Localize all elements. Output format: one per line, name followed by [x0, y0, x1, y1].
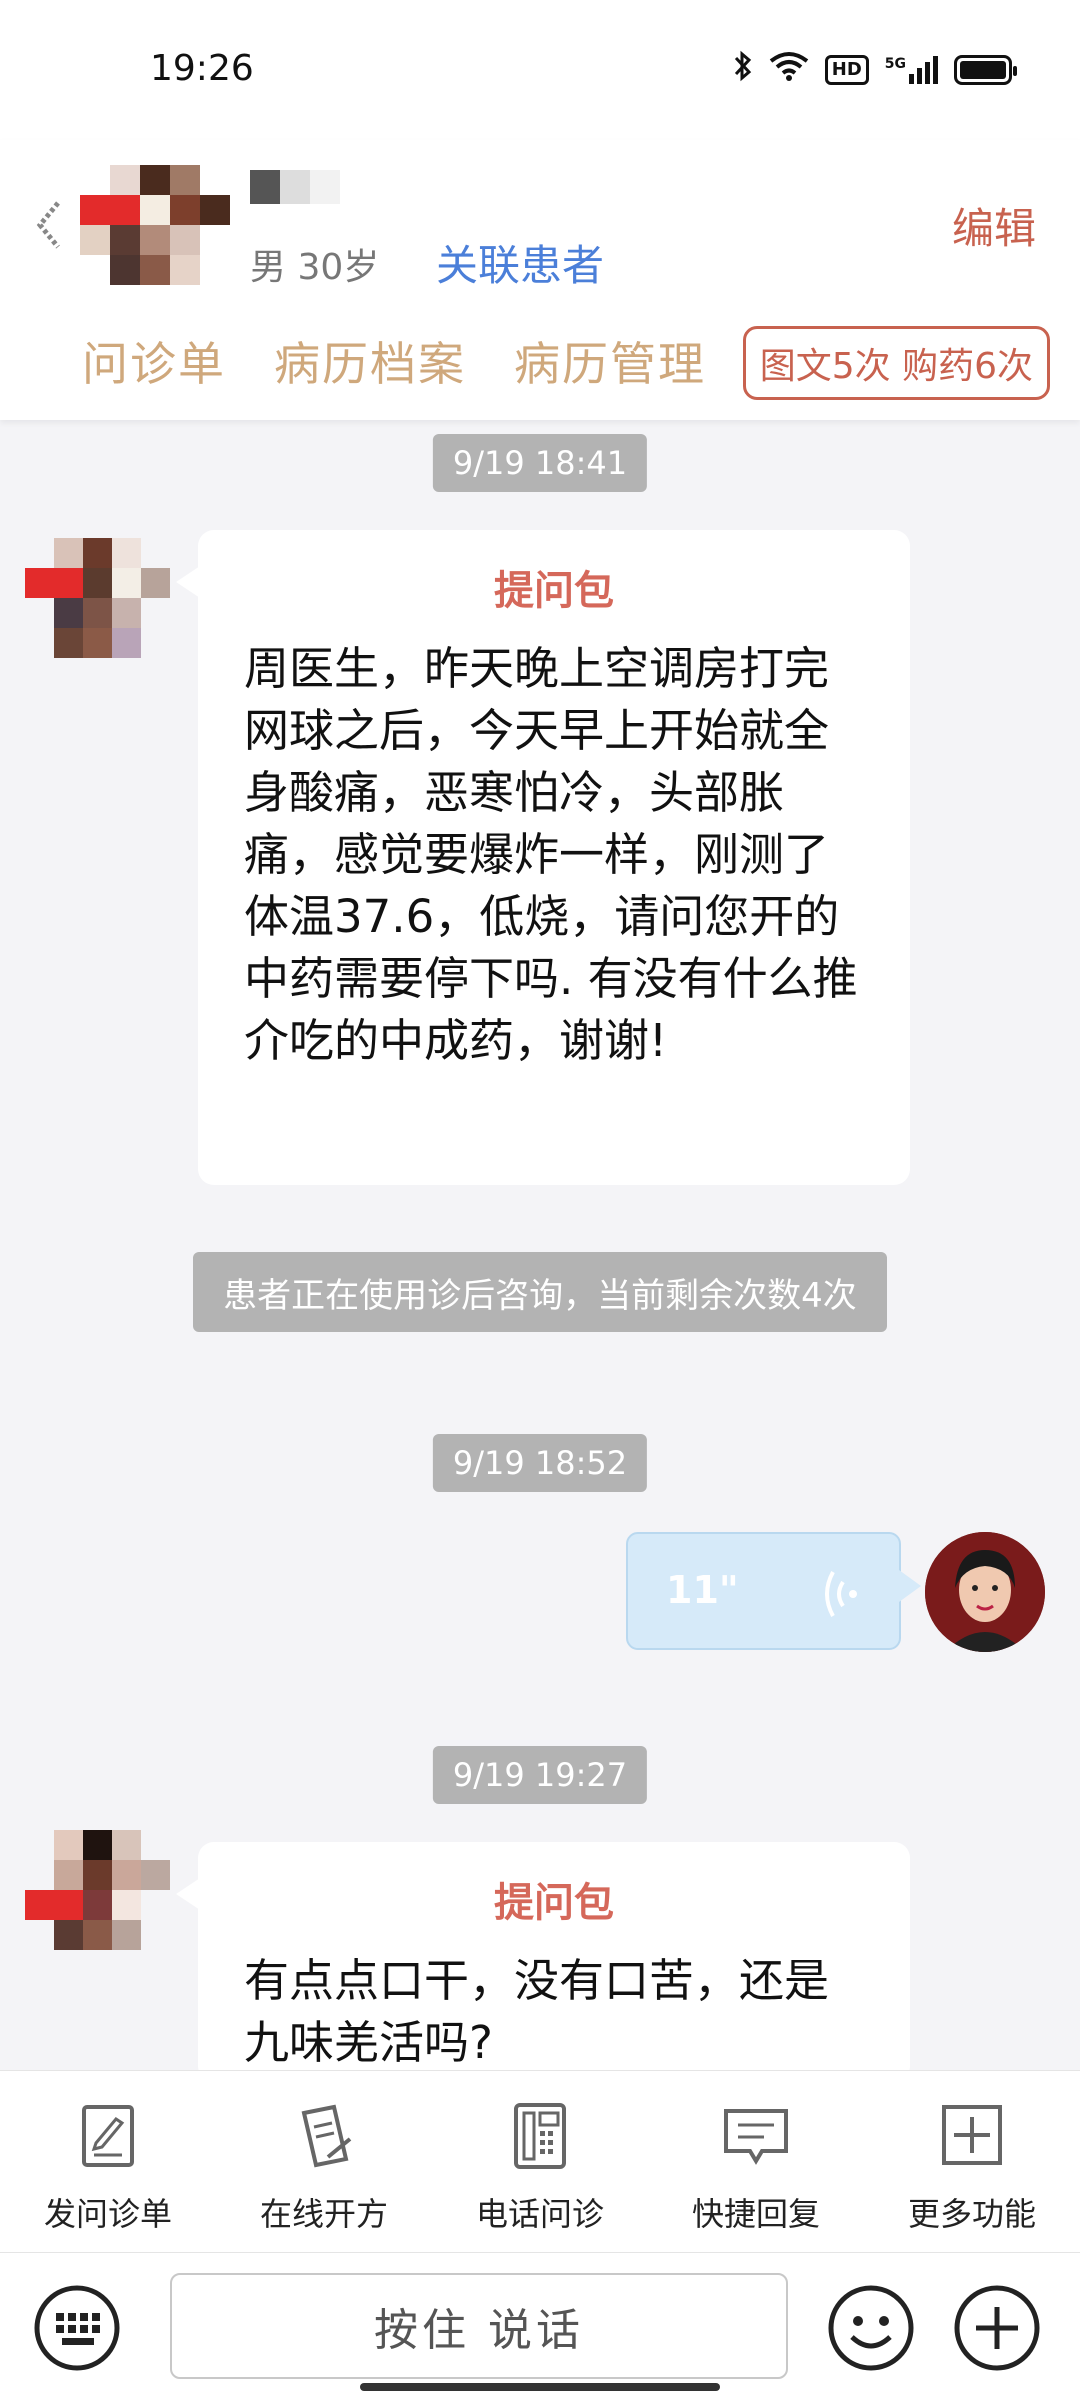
doctor-avatar[interactable] — [925, 1532, 1045, 1652]
wifi-icon — [769, 51, 809, 88]
prescription-icon — [301, 2104, 352, 2168]
online-prescription-button[interactable]: 在线开方 — [216, 2071, 432, 2252]
patient-message-avatar[interactable] — [25, 538, 170, 658]
keyboard-icon[interactable] — [32, 2283, 122, 2373]
patient-avatar[interactable] — [80, 165, 230, 285]
tool-label: 快捷回复 — [691, 2195, 820, 2233]
voice-wave-icon — [825, 1571, 857, 1617]
tab-medical-archive[interactable]: 病历档案 — [274, 328, 466, 394]
question-bubble[interactable]: 提问包 有点点口干，没有口苦，还是九味羌活吗? — [176, 1842, 910, 2082]
patient-message-avatar[interactable] — [25, 1830, 170, 1950]
phone-consult-button[interactable]: 电话问诊 — [432, 2071, 648, 2252]
tool-label: 更多功能 — [907, 2195, 1036, 2233]
phone-icon — [514, 2103, 566, 2169]
patient-name-blurred — [250, 170, 340, 204]
form-edit-icon — [82, 2105, 134, 2167]
message-timestamp: 9/19 18:52 — [432, 1434, 648, 1492]
voice-message[interactable]: 11" — [626, 1532, 921, 1650]
question-bubble[interactable]: 提问包 周医生，昨天晚上空调房打完网球之后，今天早上开始就全身酸痛，恶寒怕冷，头… — [176, 530, 910, 1185]
quick-reply-icon — [724, 2109, 788, 2165]
status-bar: 19:26 HD 5G — [0, 0, 1080, 140]
patient-gender-age: 男 30岁 — [250, 247, 380, 288]
tool-label: 在线开方 — [259, 2195, 388, 2233]
header-tabs: 问诊单 病历档案 病历管理 — [82, 328, 706, 394]
patient-header: 男 30岁 关联患者 编辑 问诊单 病历档案 病历管理 图文5次 购药6次 — [0, 140, 1080, 420]
consult-notice: 患者正在使用诊后咨询，当前剩余次数4次 — [193, 1252, 887, 1332]
battery-icon — [954, 54, 1017, 85]
link-patient-button[interactable]: 关联患者 — [436, 232, 604, 293]
signal-label: 5G — [884, 55, 906, 72]
hold-to-talk-button[interactable]: 按住 说话 — [170, 2273, 788, 2379]
bluetooth-icon — [733, 50, 753, 89]
voice-duration: 11" — [666, 1568, 739, 1612]
status-time: 19:26 — [150, 48, 254, 89]
message-timestamp: 9/19 18:41 — [432, 434, 648, 492]
signal-icon: 5G — [884, 55, 938, 84]
message-text: 有点点口干，没有口苦，还是九味羌活吗? — [244, 1954, 830, 2069]
tool-label: 电话问诊 — [475, 2195, 604, 2233]
message-text: 周医生，昨天晚上空调房打完网球之后，今天早上开始就全身酸痛，恶寒怕冷，头部胀痛，… — [244, 642, 858, 1067]
more-plus-icon — [942, 2105, 1002, 2165]
tool-label: 发问诊单 — [43, 2195, 172, 2233]
tab-consult-form[interactable]: 问诊单 — [82, 328, 226, 394]
hd-badge: HD — [824, 54, 869, 85]
message-timestamp: 9/19 19:27 — [432, 1746, 648, 1804]
edit-button[interactable]: 编辑 — [952, 195, 1036, 256]
home-indicator[interactable] — [360, 2383, 720, 2391]
input-bar: 按住 说话 — [0, 2252, 1080, 2400]
bubble-title: 提问包 — [494, 568, 614, 614]
more-functions-button[interactable]: 更多功能 — [864, 2071, 1080, 2252]
function-toolbar: 发问诊单 在线开方 电话问诊 快捷回复 更多功能 — [0, 2070, 1080, 2252]
tab-record-management[interactable]: 病历管理 — [514, 328, 706, 394]
bubble-title: 提问包 — [494, 1880, 614, 1926]
send-consult-form-button[interactable]: 发问诊单 — [0, 2071, 216, 2252]
quick-reply-button[interactable]: 快捷回复 — [648, 2071, 864, 2252]
add-icon[interactable] — [952, 2283, 1042, 2373]
service-count-badge[interactable]: 图文5次 购药6次 — [742, 326, 1050, 400]
emoji-icon[interactable] — [826, 2283, 916, 2373]
status-icons: HD 5G — [733, 50, 1017, 89]
back-icon[interactable] — [30, 195, 70, 255]
